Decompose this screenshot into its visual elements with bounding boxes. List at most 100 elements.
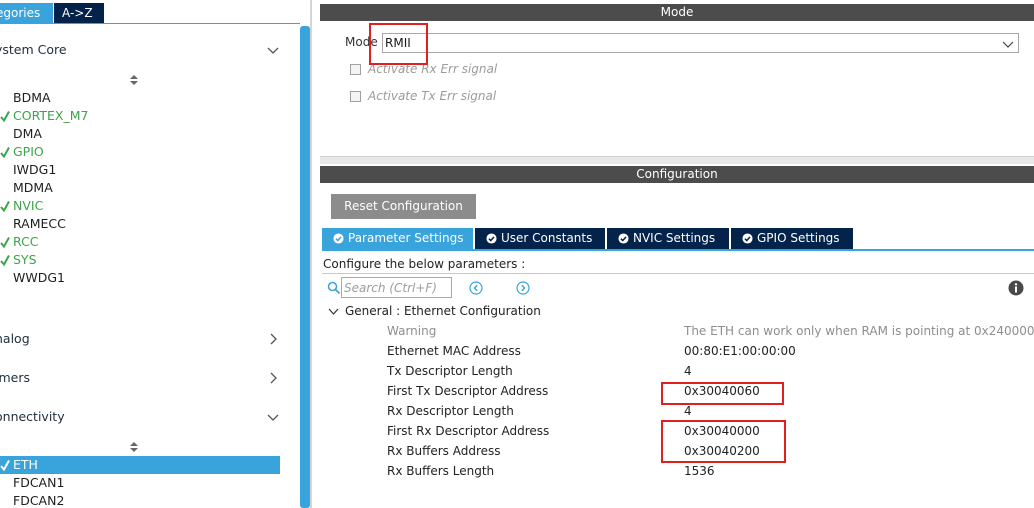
tab-user-constants[interactable]: User Constants [475,228,605,249]
parameter-name: Ethernet MAC Address [387,344,521,358]
next-result-button[interactable] [516,281,530,295]
search-icon[interactable] [327,281,341,295]
peripheral-item-rcc[interactable]: RCC [0,233,280,251]
caption-bar: Configure the below parameters : [322,254,1034,274]
parameter-row[interactable]: Warning The ETH can work only when RAM is… [387,323,1034,343]
peripheral-label: RAMECC [13,216,66,231]
mode-header: Mode [320,4,1034,21]
group-label: onnectivity [0,409,65,424]
tab-gpio-settings[interactable]: GPIO Settings [731,228,853,249]
parameter-value[interactable]: 4 [684,404,692,418]
tab-a-to-z[interactable]: A->Z [54,3,104,23]
search-input[interactable] [341,277,452,298]
parameter-value[interactable]: 1536 [684,464,715,478]
tab-parameter-settings[interactable]: Parameter Settings [322,228,473,249]
peripheral-label: NVIC [13,198,44,213]
checkbox-box[interactable] [350,91,361,102]
previous-result-button[interactable] [469,281,483,295]
parameter-name: Rx Descriptor Length [387,404,514,418]
parameter-value[interactable]: 00:80:E1:00:00:00 [684,344,796,358]
peripheral-item-dma[interactable]: DMA [0,125,280,143]
check-circle-icon [618,233,629,244]
group-label: nalog [0,331,30,346]
tab-underline [322,249,1034,251]
peripheral-item-cortex_m7[interactable]: CORTEX_M7 [0,107,280,125]
checkbox-box[interactable] [350,64,361,75]
peripheral-item-ramecc[interactable]: RAMECC [0,215,280,233]
peripheral-item-eth[interactable]: ETH [0,456,280,474]
reset-configuration-button[interactable]: Reset Configuration [331,194,476,219]
highlight-box [369,23,428,65]
peripheral-label: CORTEX_M7 [13,108,89,123]
check-circle-icon [333,233,344,244]
sort-icon[interactable] [128,441,140,453]
peripheral-item-gpio[interactable]: GPIO [0,143,280,161]
left-scrollbar[interactable] [300,26,310,508]
parameter-name: First Tx Descriptor Address [387,384,549,398]
peripheral-item-sys[interactable]: SYS [0,251,280,269]
peripheral-item-fdcan2[interactable]: FDCAN2 [0,492,280,508]
category-tabs: egories A->Z [0,0,300,24]
peripheral-label: BDMA [13,90,51,105]
check-icon [0,147,10,158]
group-analog[interactable]: nalog [0,329,290,349]
chevron-right-icon [270,333,277,345]
configure-caption: Configure the below parameters : [323,257,526,271]
tab-nvic-settings[interactable]: NVIC Settings [607,228,729,249]
info-icon[interactable] [1008,280,1024,296]
peripheral-item-nvic[interactable]: NVIC [0,197,280,215]
tab-categories[interactable]: egories [0,3,53,23]
chevron-down-icon [267,47,279,54]
parameter-name: First Rx Descriptor Address [387,424,550,438]
check-icon [0,460,10,471]
peripheral-label: WWDG1 [13,270,65,285]
peripheral-item-fdcan1[interactable]: FDCAN1 [0,474,280,492]
parameter-row[interactable]: Tx Descriptor Length 4 [387,363,1034,383]
mode-select[interactable]: RMII [382,33,1019,53]
chevron-down-icon [328,308,339,315]
configuration-header: Configuration [320,166,1034,183]
chevron-right-icon [270,372,277,384]
tab-label: User Constants [501,231,593,245]
section-splitter[interactable] [320,156,1034,164]
peripheral-item-bdma[interactable]: BDMA [0,89,280,107]
peripheral-label: IWDG1 [13,162,57,177]
check-circle-icon [486,233,497,244]
parameter-row[interactable]: Rx Buffers Length 1536 [387,463,1034,483]
peripheral-label: SYS [13,252,37,267]
peripheral-label: ETH [13,457,38,472]
checkbox-label: Activate Tx Err signal [368,89,497,103]
peripheral-label: GPIO [13,144,44,159]
panel-divider[interactable] [310,0,312,508]
group-label: imers [0,370,30,385]
group-system-core[interactable]: ystem Core [0,40,290,60]
tab-label: Parameter Settings [348,231,464,245]
chevron-down-icon [1002,41,1014,48]
parameter-row[interactable]: Ethernet MAC Address 00:80:E1:00:00:00 [387,343,1034,363]
sort-icon[interactable] [128,74,140,86]
peripheral-label: MDMA [13,180,53,195]
peripheral-label: FDCAN1 [13,475,65,490]
parameter-name: Rx Buffers Length [387,464,495,478]
chevron-down-icon [267,414,279,421]
check-circle-icon [742,233,753,244]
peripheral-item-iwdg1[interactable]: IWDG1 [0,161,280,179]
peripheral-item-wwdg1[interactable]: WWDG1 [0,269,280,287]
parameter-value[interactable]: 4 [684,364,692,378]
tab-label: GPIO Settings [757,231,840,245]
peripheral-label: RCC [13,234,39,249]
config-tabs: Parameter Settings User Constants NVIC S… [322,228,1034,249]
group-label: ystem Core [0,42,67,57]
parameter-name: Rx Buffers Address [387,444,501,458]
group-connectivity[interactable]: onnectivity [0,407,290,427]
parameter-value[interactable]: The ETH can work only when RAM is pointi… [684,324,1034,338]
peripheral-label: FDCAN2 [13,493,65,508]
group-timers[interactable]: imers [0,368,290,388]
left-panel: egories A->Z ystem Core BDMA CORTEX_M7 DMA… [0,0,312,508]
group-title: General : Ethernet Configuration [345,304,541,318]
check-icon [0,201,10,212]
right-panel: Mode Mode RMII Activate Rx Err signal Ac… [318,0,1034,508]
peripheral-item-mdma[interactable]: MDMA [0,179,280,197]
highlight-box [661,420,786,463]
check-icon [0,111,10,122]
